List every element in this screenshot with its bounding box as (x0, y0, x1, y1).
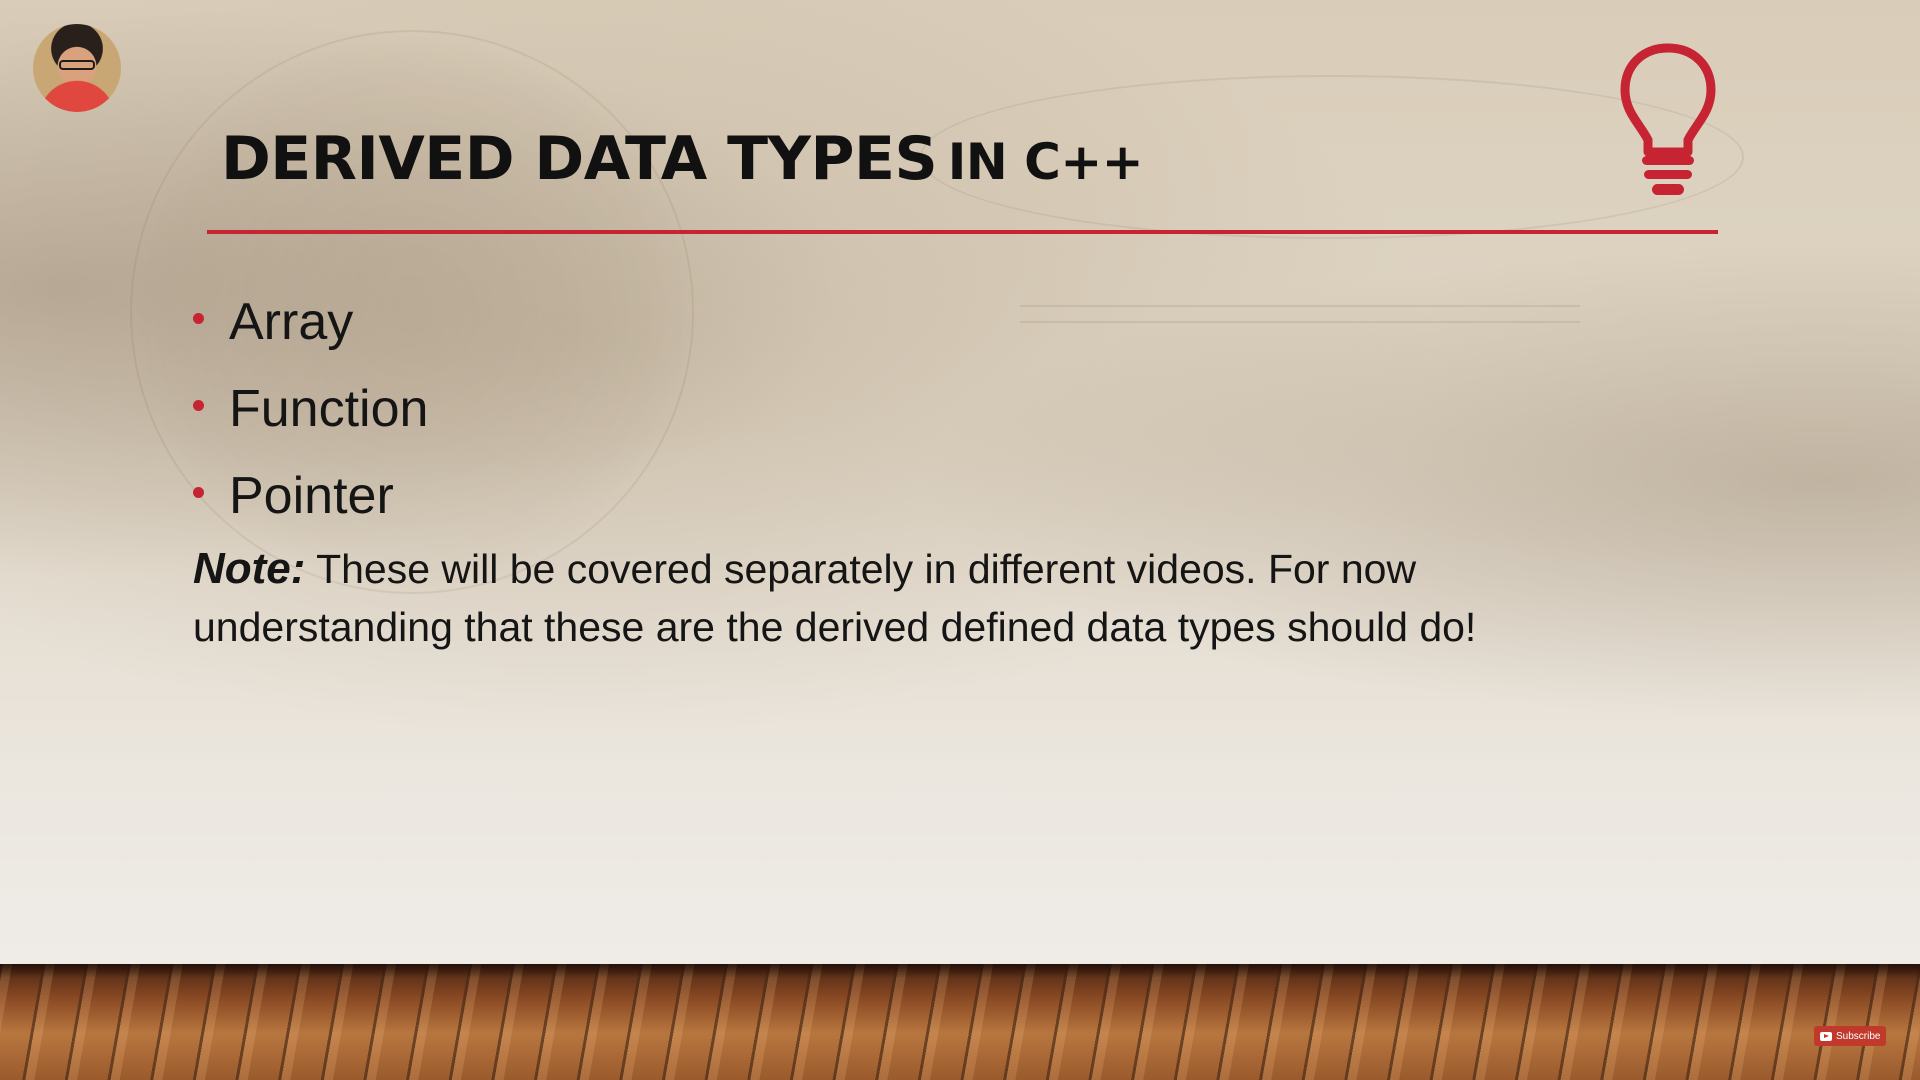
youtube-icon (1820, 1031, 1832, 1041)
note-label: Note: (193, 544, 306, 593)
presenter-avatar (33, 24, 121, 112)
list-item: Array (193, 278, 428, 365)
bullet-text: Function (229, 379, 429, 438)
title-divider (207, 230, 1718, 234)
slide-title-main: DERIVED DATA TYPES (221, 124, 938, 194)
bullet-dot (193, 313, 204, 324)
list-item: Pointer (193, 452, 428, 539)
avatar-glasses (59, 60, 95, 70)
subscribe-button[interactable]: Subscribe (1814, 1026, 1887, 1046)
airship-rail-watermark (1020, 305, 1580, 323)
slide-title-sub: IN C++ (947, 133, 1144, 191)
list-item: Function (193, 365, 428, 452)
bullet-dot (193, 487, 204, 498)
bullet-text: Array (229, 292, 354, 351)
note-text: These will be covered separately in diff… (193, 546, 1477, 650)
subscribe-label: Subscribe (1836, 1030, 1881, 1042)
slide-title: DERIVED DATA TYPES IN C++ (221, 124, 1144, 194)
bullet-text: Pointer (229, 466, 394, 525)
lightbulb-icon (1620, 43, 1716, 195)
bullet-dot (193, 400, 204, 411)
wooden-floor (0, 964, 1920, 1080)
note-paragraph: Note: These will be covered separately i… (193, 540, 1613, 656)
floor-shadow (0, 964, 1920, 978)
bullet-list: Array Function Pointer (193, 278, 428, 539)
